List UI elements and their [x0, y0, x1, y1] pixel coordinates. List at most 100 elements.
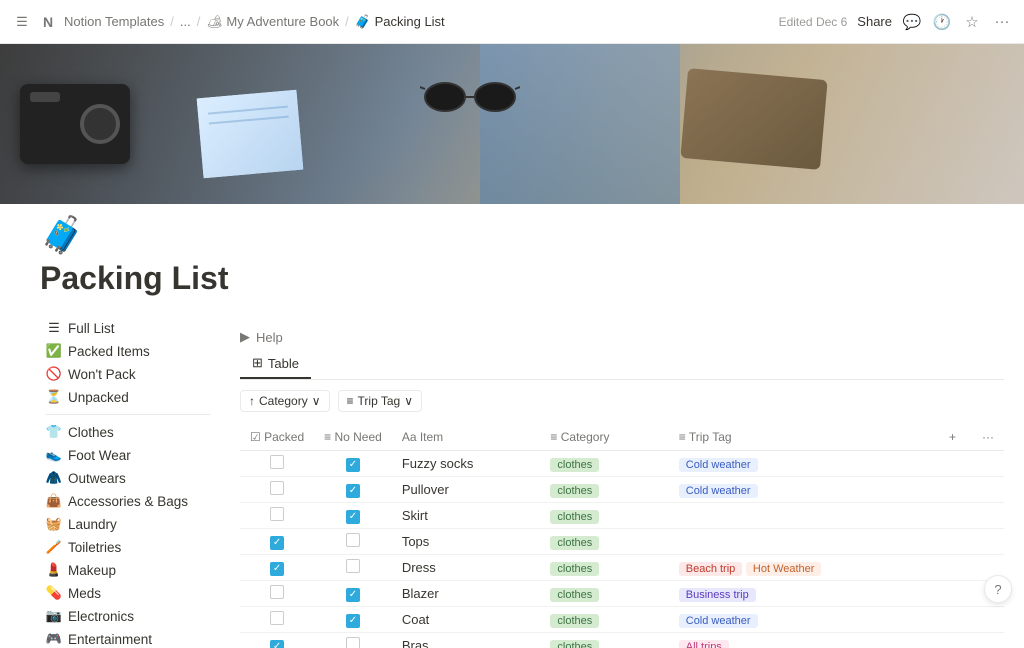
- packed-checkbox[interactable]: [270, 640, 284, 648]
- trip-tag-cell: Cold weather: [669, 607, 933, 633]
- no-need-checkbox[interactable]: [346, 510, 360, 524]
- category-filter[interactable]: ↑ Category ∨: [240, 390, 330, 412]
- sidebar-item-foot-wear[interactable]: 👟 Foot Wear: [40, 444, 210, 466]
- help-row[interactable]: ▶ Help: [240, 325, 1004, 349]
- trip-tag-filter[interactable]: ≡ Trip Tag ∨: [338, 390, 423, 412]
- packed-checkbox[interactable]: [270, 611, 284, 625]
- content-section: ▶ Help ⊞ Table ↑ Category ∨ ≡ Tri: [240, 317, 1004, 648]
- sidebar-item-laundry[interactable]: 🧺 Laundry: [40, 513, 210, 535]
- sidebar-label-laundry: Laundry: [68, 517, 117, 532]
- sidebar-item-makeup[interactable]: 💄 Makeup: [40, 559, 210, 581]
- sidebar-label-entertainment: Entertainment: [68, 632, 152, 647]
- accessories-icon: 👜: [46, 493, 62, 509]
- table-header-row: ☑ Packed ≡ No Need Aa Item ≡ Category: [240, 424, 1004, 451]
- row-more-cell: [972, 633, 1004, 648]
- add-column-icon[interactable]: +: [943, 430, 962, 444]
- packed-cell[interactable]: [240, 529, 314, 555]
- trip-tag-cell: Cold weather: [669, 451, 933, 477]
- unpacked-icon: ⏳: [46, 389, 62, 405]
- comment-icon[interactable]: 💬: [902, 12, 922, 32]
- sidebar-item-outwears[interactable]: 🧥 Outwears: [40, 467, 210, 489]
- no-need-cell[interactable]: [314, 555, 392, 581]
- no-need-checkbox[interactable]: [346, 637, 360, 648]
- sidebar-item-unpacked[interactable]: ⏳ Unpacked: [40, 386, 210, 408]
- share-button[interactable]: Share: [857, 14, 892, 29]
- no-need-checkbox[interactable]: [346, 484, 360, 498]
- packed-cell[interactable]: [240, 555, 314, 581]
- item-cell: Bras: [392, 633, 541, 648]
- category-tag: clothes: [550, 588, 599, 602]
- history-icon[interactable]: 🕐: [932, 12, 952, 32]
- trip-tag-cell: All trips: [669, 633, 933, 648]
- breadcrumb-adventure[interactable]: 🏕 My Adventure Book: [206, 14, 339, 30]
- breadcrumb-packing[interactable]: 🧳 Packing List: [355, 14, 445, 30]
- col-more-options[interactable]: ···: [972, 424, 1004, 451]
- category-cell: clothes: [540, 581, 668, 607]
- no-need-checkbox[interactable]: [346, 614, 360, 628]
- outwears-icon: 🧥: [46, 470, 62, 486]
- no-need-cell[interactable]: [314, 633, 392, 648]
- help-float-button[interactable]: ?: [984, 575, 1012, 603]
- no-need-cell[interactable]: [314, 581, 392, 607]
- packed-cell[interactable]: [240, 503, 314, 529]
- packed-checkbox[interactable]: [270, 562, 284, 576]
- tab-table[interactable]: ⊞ Table: [240, 349, 311, 379]
- table-tab-icon: ⊞: [252, 355, 263, 371]
- item-cell: Pullover: [392, 477, 541, 503]
- packed-cell[interactable]: [240, 607, 314, 633]
- category-tag: clothes: [550, 562, 599, 576]
- no-need-cell[interactable]: [314, 529, 392, 555]
- sidebar-item-packed-items[interactable]: ✅ Packed Items: [40, 340, 210, 362]
- breadcrumb-sep1: /: [170, 14, 174, 29]
- breadcrumb-sep2: /: [197, 14, 201, 29]
- sidebar-item-meds[interactable]: 💊 Meds: [40, 582, 210, 604]
- sidebar-item-electronics[interactable]: 📷 Electronics: [40, 605, 210, 627]
- page-header: 🧳 Packing List: [0, 214, 1024, 297]
- no-need-cell[interactable]: [314, 503, 392, 529]
- no-need-cell[interactable]: [314, 451, 392, 477]
- trip-tag-cell: [669, 529, 933, 555]
- main-layout: ☰ Full List ✅ Packed Items 🚫 Won't Pack …: [0, 317, 1024, 648]
- row-add-cell: [933, 555, 972, 581]
- sidebar-item-wont-pack[interactable]: 🚫 Won't Pack: [40, 363, 210, 385]
- row-add-cell: [933, 529, 972, 555]
- packed-checkbox[interactable]: [270, 455, 284, 469]
- sidebar-item-entertainment[interactable]: 🎮 Entertainment: [40, 628, 210, 648]
- no-need-checkbox[interactable]: [346, 533, 360, 547]
- page-title: Packing List: [40, 260, 984, 297]
- no-need-cell[interactable]: [314, 477, 392, 503]
- favorite-icon[interactable]: ☆: [962, 12, 982, 32]
- col-add[interactable]: +: [933, 424, 972, 451]
- more-icon[interactable]: ···: [992, 12, 1012, 32]
- no-need-checkbox[interactable]: [346, 559, 360, 573]
- sidebar-item-accessories[interactable]: 👜 Accessories & Bags: [40, 490, 210, 512]
- breadcrumb-dots[interactable]: ...: [180, 14, 191, 29]
- tab-bar: ⊞ Table: [240, 349, 1004, 380]
- camera-decoration: [20, 84, 130, 164]
- packed-checkbox[interactable]: [270, 481, 284, 495]
- packed-cell[interactable]: [240, 581, 314, 607]
- sidebar-item-full-list[interactable]: ☰ Full List: [40, 317, 210, 339]
- trip-tag: Beach trip: [679, 562, 743, 576]
- packed-cell[interactable]: [240, 633, 314, 648]
- packed-checkbox[interactable]: [270, 536, 284, 550]
- packed-cell[interactable]: [240, 451, 314, 477]
- sidebar-label-meds: Meds: [68, 586, 101, 601]
- sidebar-item-toiletries[interactable]: 🪥 Toiletries: [40, 536, 210, 558]
- packed-checkbox[interactable]: [270, 507, 284, 521]
- full-list-icon: ☰: [46, 320, 62, 336]
- no-need-checkbox[interactable]: [346, 588, 360, 602]
- breadcrumb-notion[interactable]: Notion Templates: [64, 14, 164, 29]
- category-cell: clothes: [540, 529, 668, 555]
- menu-icon[interactable]: ☰: [12, 12, 32, 32]
- sidebar: ☰ Full List ✅ Packed Items 🚫 Won't Pack …: [0, 317, 220, 648]
- more-columns-icon[interactable]: ···: [982, 430, 994, 444]
- sidebar-item-clothes[interactable]: 👕 Clothes: [40, 421, 210, 443]
- no-need-cell[interactable]: [314, 607, 392, 633]
- packed-cell[interactable]: [240, 477, 314, 503]
- row-add-cell: [933, 633, 972, 648]
- help-arrow-icon: ▶: [240, 329, 250, 345]
- no-need-checkbox[interactable]: [346, 458, 360, 472]
- foot-wear-icon: 👟: [46, 447, 62, 463]
- packed-checkbox[interactable]: [270, 585, 284, 599]
